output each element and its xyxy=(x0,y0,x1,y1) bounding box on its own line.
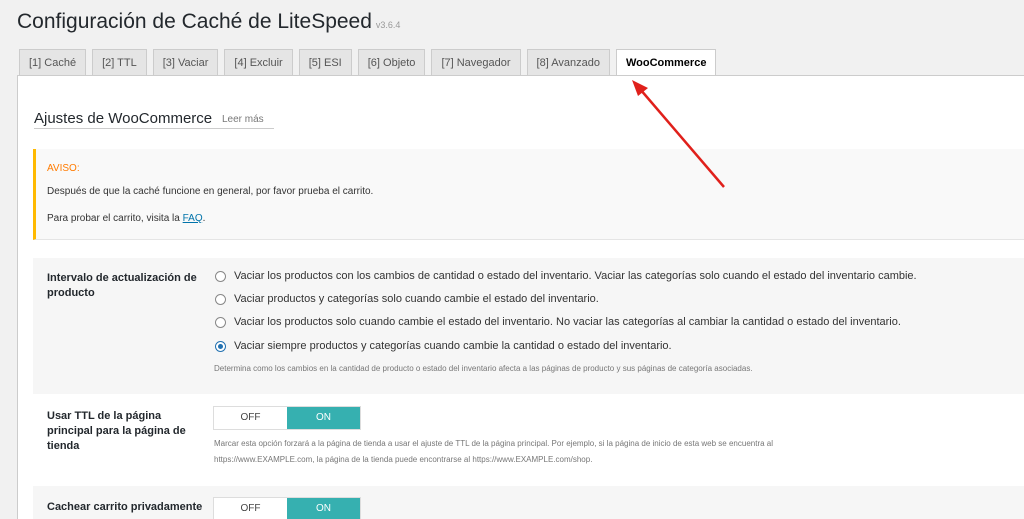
radio-circle[interactable] xyxy=(215,316,226,328)
version-label: v3.6.4 xyxy=(375,20,401,30)
tab-cache[interactable]: [1] Caché xyxy=(19,49,87,75)
setting-row-private-cart: Cachear carrito privadamente OFF ON xyxy=(33,486,1024,519)
page-title-text: Configuración de Caché de LiteSpeed xyxy=(17,10,372,33)
radio-option-3[interactable]: Vaciar los productos solo cuando cambie … xyxy=(215,316,901,328)
toggle-off[interactable]: OFF xyxy=(214,498,287,519)
notice-faq-suffix: . xyxy=(202,213,206,224)
notice-faq-prefix: Para probar el carrito, visita la xyxy=(47,213,183,224)
tab-woocommerce[interactable]: WooCommerce xyxy=(615,49,717,76)
radio-circle[interactable] xyxy=(215,293,226,305)
read-more-link[interactable]: Leer más xyxy=(222,114,264,125)
tab-purge[interactable]: [3] Vaciar xyxy=(152,49,219,75)
toggle-off[interactable]: OFF xyxy=(214,407,287,429)
tab-browser[interactable]: [7] Navegador xyxy=(431,49,521,75)
radio-option-label: Vaciar los productos con los cambios de … xyxy=(234,270,917,282)
product-update-label: Intervalo de actualización de producto xyxy=(47,272,197,299)
tab-esi[interactable]: [5] ESI xyxy=(298,49,352,75)
tab-object[interactable]: [6] Objeto xyxy=(357,49,426,75)
notice-faq-text: Para probar el carrito, visita la FAQ. xyxy=(47,213,205,224)
radio-option-4[interactable]: Vaciar siempre productos y categorías cu… xyxy=(215,340,672,352)
radio-circle[interactable] xyxy=(215,270,226,282)
notice-title: AVISO: xyxy=(47,163,80,174)
radio-option-1[interactable]: Vaciar los productos con los cambios de … xyxy=(215,270,917,282)
tab-exclude[interactable]: [4] Excluir xyxy=(224,49,293,75)
tab-ttl[interactable]: [2] TTL xyxy=(92,49,147,75)
section-title: Ajustes de WooCommerce xyxy=(34,110,213,127)
page-title: Configuración de Caché de LiteSpeed v3.6.… xyxy=(17,10,400,34)
settings-tabs: [1] Caché [2] TTL [3] Vaciar [4] Excluir… xyxy=(19,49,722,76)
tab-advanced[interactable]: [8] Avanzado xyxy=(526,49,610,75)
radio-option-2[interactable]: Vaciar productos y categorías solo cuand… xyxy=(215,293,599,305)
notice-text: Después de que la caché funcione en gene… xyxy=(47,186,374,197)
setting-row-front-ttl: Usar TTL de la página principal para la … xyxy=(33,394,1024,486)
front-ttl-toggle[interactable]: OFF ON xyxy=(213,406,361,430)
private-cart-toggle[interactable]: OFF ON xyxy=(213,497,361,519)
radio-option-label: Vaciar los productos solo cuando cambie … xyxy=(234,316,901,328)
faq-link[interactable]: FAQ xyxy=(183,213,203,224)
setting-row-product-update: Intervalo de actualización de producto V… xyxy=(33,258,1024,394)
radio-option-label: Vaciar siempre productos y categorías cu… xyxy=(234,340,672,352)
radio-circle-checked[interactable] xyxy=(215,340,226,352)
toggle-on[interactable]: ON xyxy=(287,498,360,519)
private-cart-label: Cachear carrito privadamente xyxy=(47,501,203,513)
product-update-description: Determina como los cambios en la cantida… xyxy=(214,364,753,373)
toggle-on[interactable]: ON xyxy=(287,407,360,429)
notice-box: AVISO: Después de que la caché funcione … xyxy=(33,149,1024,240)
front-ttl-label: Usar TTL de la página principal para la … xyxy=(47,410,186,452)
title-underline xyxy=(34,128,274,129)
front-ttl-description-1: Marcar esta opción forzará a la página d… xyxy=(214,439,774,448)
radio-option-label: Vaciar productos y categorías solo cuand… xyxy=(234,293,599,305)
front-ttl-description-2: https://www.EXAMPLE.com, la página de la… xyxy=(214,455,593,464)
settings-panel: Ajustes de WooCommerce Leer más AVISO: D… xyxy=(17,75,1024,519)
